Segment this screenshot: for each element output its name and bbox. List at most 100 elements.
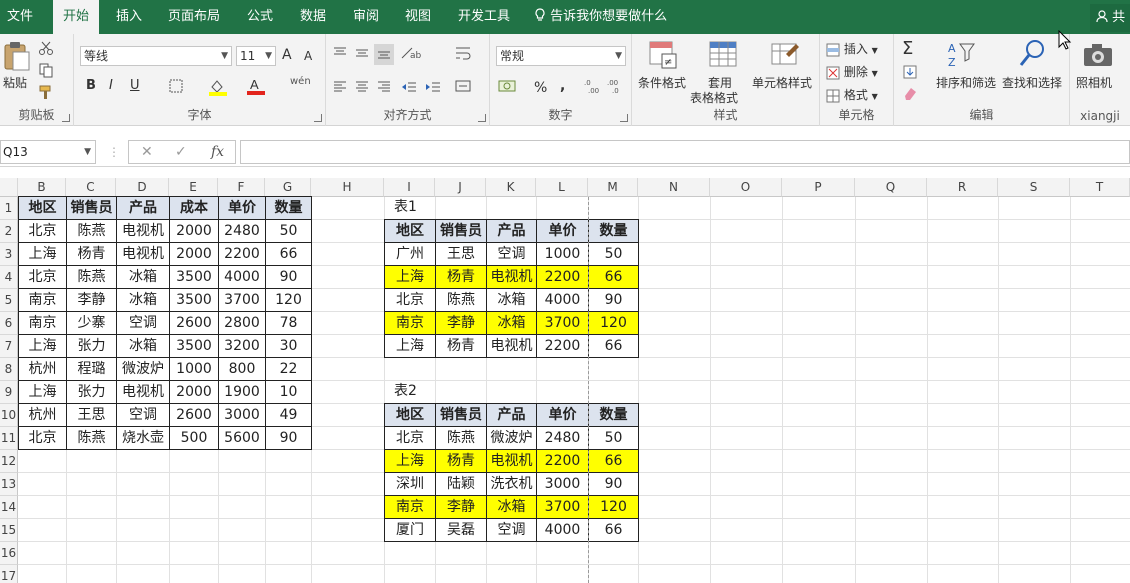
table1-cell[interactable]: 杨青	[435, 334, 487, 358]
main-table-cell[interactable]: 10	[265, 380, 312, 404]
table1-cell[interactable]: 电视机	[486, 334, 537, 358]
main-table-header-cell[interactable]: 地区	[18, 196, 67, 220]
clipboard-launcher[interactable]	[62, 114, 70, 122]
table1-cell[interactable]: 空调	[486, 242, 537, 266]
underline-button[interactable]: U	[130, 78, 140, 93]
insert-function-icon[interactable]: fx	[211, 141, 224, 163]
main-table-cell[interactable]: 3000	[218, 403, 266, 427]
main-table-cell[interactable]: 空调	[116, 403, 170, 427]
table1-cell[interactable]: 李静	[435, 311, 487, 335]
column-header-F[interactable]: F	[218, 178, 265, 197]
row-header-4[interactable]: 4	[0, 266, 18, 289]
font-size-select[interactable]: 11 ▼	[236, 46, 276, 66]
main-table-cell[interactable]: 上海	[18, 380, 67, 404]
fill-color-icon[interactable]	[208, 78, 228, 99]
column-header-P[interactable]: P	[782, 178, 855, 197]
table2-cell[interactable]: 洗衣机	[486, 472, 537, 496]
row-header-1[interactable]: 1	[0, 197, 18, 220]
tab-data[interactable]: 数据	[293, 0, 333, 34]
main-table-cell[interactable]: 王思	[66, 403, 117, 427]
column-header-Q[interactable]: Q	[855, 178, 927, 197]
align-left-icon[interactable]	[332, 80, 348, 97]
conditional-format-button[interactable]: 条件格式	[638, 74, 686, 91]
font-name-select[interactable]: 等线 ▼	[80, 46, 232, 66]
table1-cell[interactable]: 90	[588, 288, 639, 312]
tab-view[interactable]: 视图	[398, 0, 438, 34]
tab-insert[interactable]: 插入	[107, 0, 151, 34]
font-color-icon[interactable]: A	[246, 76, 266, 99]
share-button[interactable]: 共	[1090, 4, 1130, 32]
table1-cell[interactable]: 陈燕	[435, 288, 487, 312]
main-table-cell[interactable]: 南京	[18, 311, 67, 335]
tab-review[interactable]: 审阅	[346, 0, 386, 34]
table2-cell[interactable]: 李静	[435, 495, 487, 519]
column-header-B[interactable]: B	[18, 178, 66, 197]
column-header-N[interactable]: N	[638, 178, 710, 197]
table2-cell[interactable]: 空调	[486, 518, 537, 542]
copy-icon[interactable]	[38, 62, 54, 81]
find-select-button[interactable]: 查找和选择	[1002, 74, 1062, 91]
table1-header-cell[interactable]: 单价	[536, 219, 589, 243]
format-painter-icon[interactable]	[38, 84, 54, 103]
main-table-cell[interactable]: 2480	[218, 219, 266, 243]
cut-icon[interactable]	[38, 40, 54, 59]
main-table-cell[interactable]: 1000	[169, 357, 219, 381]
table2-header-cell[interactable]: 销售员	[435, 403, 487, 427]
main-table-cell[interactable]: 3700	[218, 288, 266, 312]
comma-button[interactable]: ,	[560, 78, 565, 94]
main-table-cell[interactable]: 22	[265, 357, 312, 381]
table1-cell[interactable]: 王思	[435, 242, 487, 266]
main-table-cell[interactable]: 2000	[169, 380, 219, 404]
main-table-header-cell[interactable]: 数量	[265, 196, 312, 220]
column-header-M[interactable]: M	[588, 178, 638, 197]
table2-cell[interactable]: 66	[588, 518, 639, 542]
table1-header-cell[interactable]: 地区	[384, 219, 436, 243]
main-table-cell[interactable]: 陈燕	[66, 265, 117, 289]
column-header-S[interactable]: S	[998, 178, 1070, 197]
number-format-select[interactable]: 常规 ▼	[496, 46, 626, 66]
column-header-C[interactable]: C	[66, 178, 116, 197]
increase-indent-icon[interactable]	[424, 80, 442, 97]
main-table-cell[interactable]: 2000	[169, 219, 219, 243]
column-header-I[interactable]: I	[384, 178, 435, 197]
table2-cell[interactable]: 4000	[536, 518, 589, 542]
clear-icon[interactable]	[902, 86, 918, 103]
main-table-cell[interactable]: 2600	[169, 403, 219, 427]
main-table-cell[interactable]: 冰箱	[116, 265, 170, 289]
main-table-cell[interactable]: 3500	[169, 334, 219, 358]
align-middle-icon[interactable]	[354, 46, 370, 63]
align-bottom-icon[interactable]	[374, 44, 394, 65]
table2-cell[interactable]: 杨青	[435, 449, 487, 473]
main-table-cell[interactable]: 张力	[66, 380, 117, 404]
table2-header-cell[interactable]: 地区	[384, 403, 436, 427]
camera-button[interactable]: 照相机	[1076, 74, 1112, 91]
merge-center-icon[interactable]	[454, 78, 472, 97]
decrease-font-button[interactable]: A	[304, 49, 312, 63]
table2-cell[interactable]: 厦门	[384, 518, 436, 542]
table1-header-cell[interactable]: 产品	[486, 219, 537, 243]
currency-icon[interactable]	[498, 78, 518, 97]
table1-cell[interactable]: 2200	[536, 334, 589, 358]
formula-input[interactable]	[240, 140, 1130, 164]
table2-cell[interactable]: 陆颖	[435, 472, 487, 496]
row-header-17[interactable]: 17	[0, 565, 18, 583]
table2-header-cell[interactable]: 单价	[536, 403, 589, 427]
table1-cell[interactable]: 冰箱	[486, 288, 537, 312]
delete-cells-button[interactable]: 删除 ▼	[826, 63, 878, 80]
table1-cell[interactable]: 冰箱	[486, 311, 537, 335]
tab-home[interactable]: 开始	[53, 0, 99, 34]
main-table-cell[interactable]: 5600	[218, 426, 266, 450]
row-header-12[interactable]: 12	[0, 450, 18, 473]
row-header-11[interactable]: 11	[0, 427, 18, 450]
tab-formulas[interactable]: 公式	[240, 0, 280, 34]
table2-cell[interactable]: 陈燕	[435, 426, 487, 450]
table1-cell[interactable]: 3700	[536, 311, 589, 335]
borders-icon[interactable]	[168, 78, 184, 97]
main-table-cell[interactable]: 4000	[218, 265, 266, 289]
increase-font-button[interactable]: A	[282, 47, 292, 63]
autosum-icon[interactable]: Σ	[902, 38, 913, 59]
cancel-icon[interactable]: ✕	[141, 141, 153, 163]
table1-cell[interactable]: 2200	[536, 265, 589, 289]
main-table-cell[interactable]: 1900	[218, 380, 266, 404]
main-table-cell[interactable]: 2000	[169, 242, 219, 266]
